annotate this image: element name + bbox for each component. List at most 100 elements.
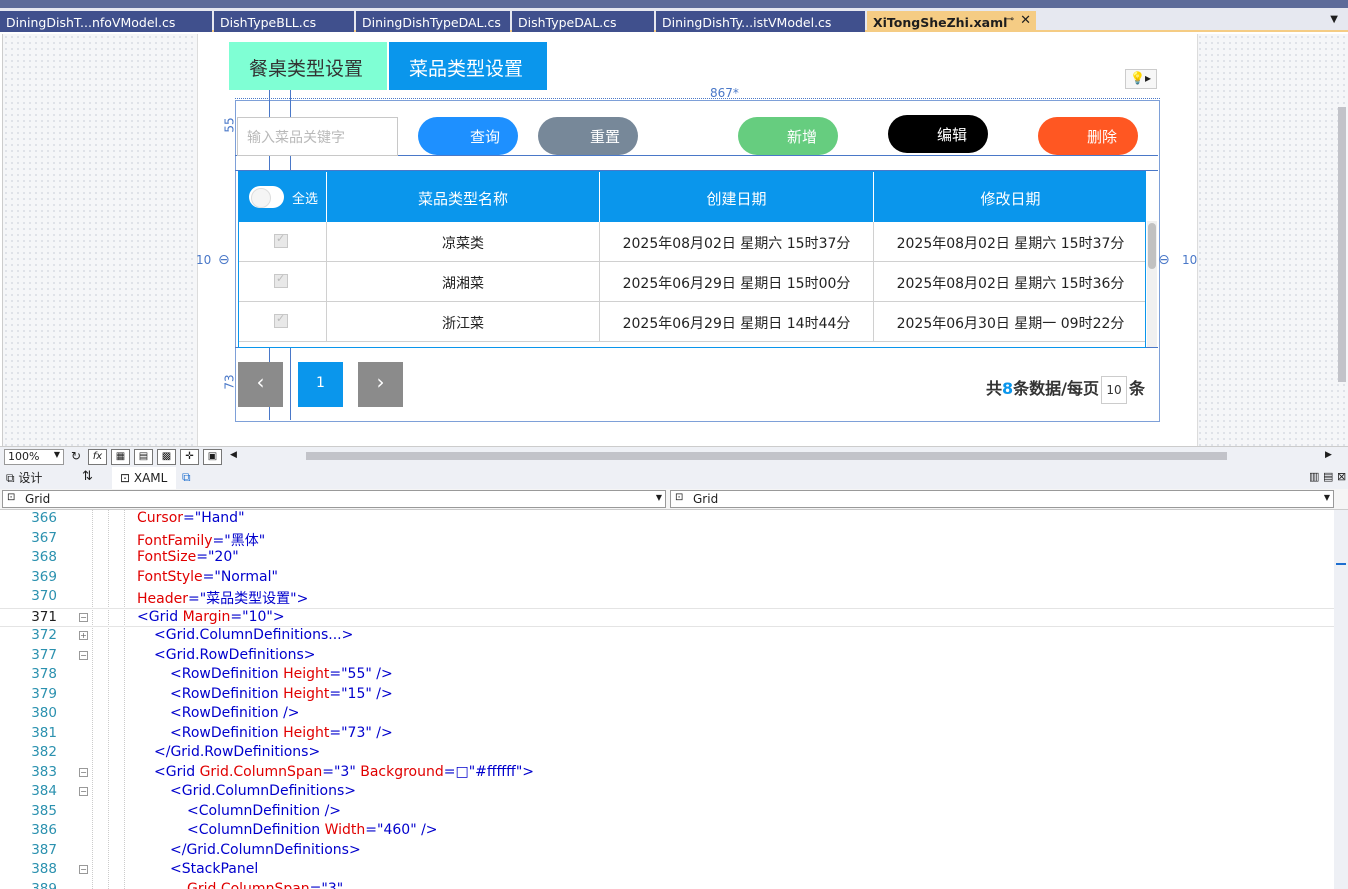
fold-toggle-icon[interactable]: −	[79, 612, 88, 622]
fx-button[interactable]: fx	[88, 449, 107, 465]
code-line[interactable]: 380 <RowDefinition />	[0, 705, 1334, 725]
add-button[interactable]: 新增	[738, 117, 838, 155]
right-select-value: Grid	[693, 492, 719, 506]
code-token: "	[258, 532, 266, 549]
table-cell[interactable]: 浙江菜	[327, 302, 600, 342]
code-token: ">	[290, 591, 309, 607]
doc-tab-4[interactable]: DiningDishTy...istVModel.cs	[656, 11, 865, 32]
line-number: 366	[31, 510, 57, 526]
code-line[interactable]: 367 FontFamily="黑体"	[0, 530, 1334, 550]
left-element-select[interactable]: ⊡ Grid ▼	[2, 490, 666, 508]
doc-tab-1[interactable]: DishTypeBLL.cs	[214, 11, 354, 32]
doc-tab-active[interactable]: XiTongSheZhi.xaml ⊸ ✕	[867, 11, 1036, 32]
code-line[interactable]: 382 </Grid.RowDefinitions>	[0, 744, 1334, 764]
snap-lines-icon[interactable]: ✛	[180, 449, 199, 465]
page-size-input[interactable]: 10	[1101, 375, 1128, 404]
code-line[interactable]: 389 Grid.ColumnSpan="3"	[0, 881, 1334, 889]
project-code-icon[interactable]: ▣	[203, 449, 222, 465]
reset-button[interactable]: 重置	[538, 117, 638, 155]
designer-vertical-scrollbar[interactable]	[1338, 107, 1346, 382]
code-vertical-scrollbar[interactable]	[1334, 510, 1348, 889]
table-row-checkbox-cell[interactable]	[239, 262, 327, 302]
code-line[interactable]: 366 Cursor="Hand"	[0, 510, 1334, 530]
doc-tab-2[interactable]: DiningDishTypeDAL.cs	[356, 11, 510, 32]
row-checkbox[interactable]	[274, 312, 288, 328]
table-cell[interactable]: 凉菜类	[327, 222, 600, 262]
tab-overflow-dropdown-icon[interactable]: ▼	[1330, 14, 1338, 25]
prev-page-button[interactable]: ‹	[238, 362, 283, 407]
code-line[interactable]: 386 <ColumnDefinition Width="460" />	[0, 822, 1334, 842]
fold-toggle-icon[interactable]: −	[79, 650, 88, 660]
column-header-name[interactable]: 菜品类型名称	[327, 172, 600, 222]
doc-tab-3[interactable]: DishTypeDAL.cs	[512, 11, 654, 32]
code-line[interactable]: 378 <RowDefinition Height="55" />	[0, 666, 1334, 686]
table-cell[interactable]: 2025年08月02日 星期六 15时36分	[874, 262, 1145, 302]
table-scroll-thumb[interactable]	[1148, 223, 1156, 269]
next-page-button[interactable]: ›	[358, 362, 403, 407]
code-line[interactable]: 383 − <Grid Grid.ColumnSpan="3" Background…	[0, 764, 1334, 784]
code-token: ...	[328, 627, 342, 643]
collapse-pane-icon[interactable]: ⊠	[1337, 470, 1346, 483]
scroll-right-icon[interactable]: ▶	[1325, 450, 1332, 460]
code-line[interactable]: 387 </Grid.ColumnDefinitions>	[0, 842, 1334, 862]
code-line[interactable]: 371 − <Grid Margin="10">	[0, 607, 1334, 627]
row-checkbox[interactable]	[274, 232, 288, 248]
artboard-icon[interactable]: ▩	[157, 449, 176, 465]
zoom-select[interactable]: 100% ▼	[4, 449, 64, 465]
close-icon[interactable]: ✕	[1020, 13, 1031, 28]
edit-button[interactable]: 编辑	[888, 115, 988, 153]
page-1-button[interactable]: 1	[298, 362, 343, 407]
xaml-view-tab[interactable]: ⊡ XAML	[112, 467, 176, 489]
table-row-checkbox-cell[interactable]	[239, 222, 327, 262]
code-line[interactable]: 385 <ColumnDefinition />	[0, 803, 1334, 823]
column-header-modified[interactable]: 修改日期	[874, 172, 1145, 222]
right-element-select[interactable]: ⊡ Grid ▼	[670, 490, 1334, 508]
code-line[interactable]: 369 FontStyle="Normal"	[0, 569, 1334, 589]
select-all-header[interactable]: 全选	[239, 172, 327, 222]
table-cell[interactable]: 2025年08月02日 星期六 15时37分	[874, 222, 1145, 262]
delete-button[interactable]: 删除	[1038, 117, 1138, 155]
fold-toggle-icon[interactable]: +	[79, 631, 88, 640]
search-input[interactable]: 输入菜品关键字	[237, 117, 398, 156]
fold-toggle-icon[interactable]: −	[79, 767, 88, 777]
tab-table-type-settings[interactable]: 餐桌类型设置	[229, 42, 387, 90]
code-line[interactable]: 384 − <Grid.ColumnDefinitions>	[0, 783, 1334, 803]
popout-icon[interactable]: ⧉	[182, 470, 191, 485]
table-cell[interactable]: 湖湘菜	[327, 262, 600, 302]
code-line[interactable]: 370 Header="菜品类型设置">	[0, 588, 1334, 608]
doc-tab-0[interactable]: DiningDishT...nfoVModel.cs	[0, 11, 212, 32]
xaml-code-editor[interactable]: 366 Cursor="Hand" 367 FontFamily="黑体" 368 Fon…	[0, 510, 1334, 889]
design-view-tab[interactable]: ⧉ 设计	[6, 469, 42, 486]
code-line[interactable]: 379 <RowDefinition Height="15" />	[0, 686, 1334, 706]
swap-panes-icon[interactable]: ⇅	[82, 469, 93, 484]
snap-grid-icon[interactable]: ▤	[134, 449, 153, 465]
column-header-created[interactable]: 创建日期	[600, 172, 874, 222]
code-line[interactable]: 372 + <Grid.ColumnDefinitions...>	[0, 627, 1334, 647]
query-button[interactable]: 查询	[418, 117, 518, 155]
split-vertical-icon[interactable]: ▥	[1309, 470, 1319, 483]
table-cell[interactable]: 2025年06月30日 星期一 09时22分	[874, 302, 1145, 342]
fold-toggle-icon[interactable]: −	[79, 787, 88, 796]
refresh-icon[interactable]: ↻	[71, 449, 81, 463]
designer-horizontal-scrollbar[interactable]	[306, 452, 1227, 460]
table-cell[interactable]: 2025年08月02日 星期六 15时37分	[600, 222, 874, 262]
code-line[interactable]: 377 − <Grid.RowDefinitions>	[0, 647, 1334, 667]
split-horizontal-icon[interactable]: ▤	[1323, 470, 1333, 483]
lightbulb-icon[interactable]: 💡▸	[1125, 69, 1157, 89]
tab-dish-type-settings[interactable]: 菜品类型设置	[389, 42, 547, 90]
code-line[interactable]: 368 FontSize="20"	[0, 549, 1334, 569]
table-cell[interactable]: 2025年06月29日 星期日 15时00分	[600, 262, 874, 302]
table-cell[interactable]: 2025年06月29日 星期日 14时44分	[600, 302, 874, 342]
table-row-checkbox-cell[interactable]	[239, 302, 327, 342]
zoom-value: 100%	[8, 450, 40, 463]
row-checkbox[interactable]	[274, 272, 288, 288]
line-number: 372	[31, 627, 57, 643]
select-all-toggle[interactable]	[249, 186, 284, 208]
fold-toggle-icon[interactable]: −	[79, 865, 88, 874]
pin-icon[interactable]: ⊸	[1006, 14, 1014, 25]
code-line[interactable]: 381 <RowDefinition Height="73" />	[0, 725, 1334, 745]
grid-icon[interactable]: ▦	[111, 449, 130, 465]
code-line[interactable]: 388 − <StackPanel	[0, 861, 1334, 881]
code-token: <Grid.ColumnDefinitions>	[170, 783, 356, 799]
scroll-left-icon[interactable]: ◀	[230, 450, 237, 460]
